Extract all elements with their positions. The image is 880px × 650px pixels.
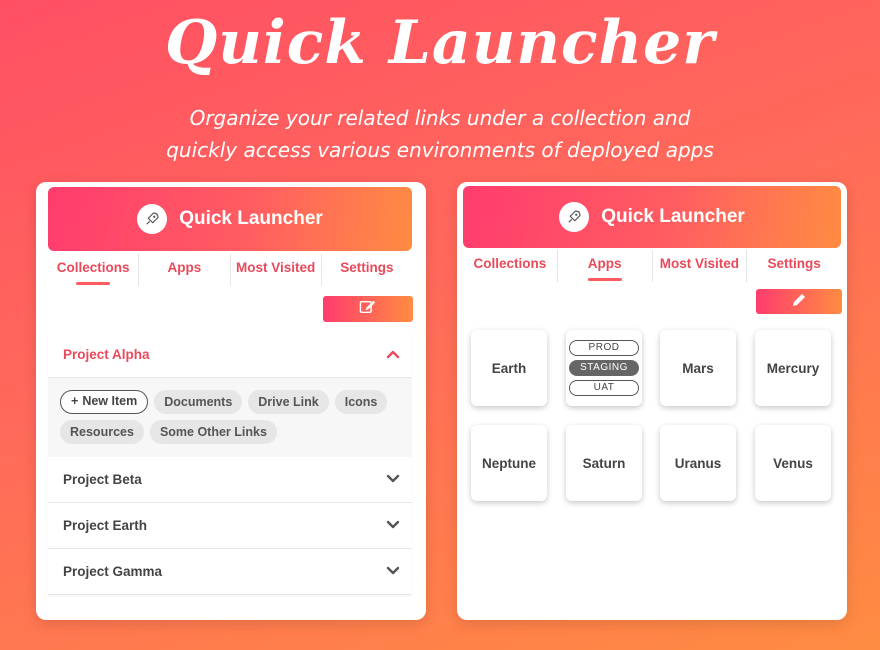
collection-header-project-alpha[interactable]: Project Alpha	[48, 332, 412, 378]
chevron-down-icon[interactable]	[386, 518, 400, 533]
link-chip-some-other-links[interactable]: Some Other Links	[149, 420, 277, 444]
app-header: Quick Launcher	[48, 187, 412, 251]
app-tile-uranus[interactable]: Uranus	[660, 425, 736, 501]
plus-icon: +	[71, 394, 79, 408]
chevron-down-icon[interactable]	[386, 564, 400, 579]
link-chip-icons[interactable]: Icons	[334, 390, 388, 414]
collection-header-project-beta[interactable]: Project Beta	[48, 457, 412, 503]
collection-header-project-gamma[interactable]: Project Gamma	[48, 549, 412, 595]
new-item-label: New Item	[82, 394, 138, 408]
hero-subtitle: Organize your related links under a coll…	[0, 102, 880, 166]
collections-panel: Quick Launcher Collections Apps Most Vis…	[36, 182, 426, 620]
tab-collections[interactable]: Collections	[463, 250, 558, 282]
environment-picker: PROD STAGING UAT	[566, 330, 642, 406]
pencil-icon	[791, 292, 807, 312]
env-option-staging[interactable]: STAGING	[569, 360, 639, 376]
collection-name: Project Alpha	[63, 347, 150, 362]
tab-most-visited[interactable]: Most Visited	[653, 250, 748, 282]
link-chip-resources[interactable]: Resources	[60, 420, 144, 444]
link-chips: + New Item Documents Drive Link Icons Res…	[60, 390, 402, 444]
header-title: Quick Launcher	[179, 208, 323, 229]
app-tile-mercury[interactable]: Mercury	[755, 330, 831, 406]
hero-title: Quick Launcher	[165, 8, 715, 78]
new-item-button[interactable]: + New Item	[60, 390, 149, 414]
app-tile-saturn[interactable]: Saturn	[566, 425, 642, 501]
hero-subtitle-line-1: Organize your related links under a coll…	[189, 106, 691, 130]
tab-bar: Collections Apps Most Visited Settings	[48, 254, 412, 286]
tab-collections[interactable]: Collections	[48, 254, 140, 286]
edit-note-icon	[359, 299, 377, 319]
collection-header-project-earth[interactable]: Project Earth	[48, 503, 412, 549]
edit-collections-button[interactable]	[323, 296, 413, 322]
app-tile-mars[interactable]: Mars	[660, 330, 736, 406]
edit-apps-button[interactable]	[756, 289, 842, 314]
collection-name: Project Beta	[63, 472, 142, 487]
tab-settings[interactable]: Settings	[322, 254, 412, 286]
collections-accordion: Project Alpha + New Item Documents Drive …	[48, 332, 412, 595]
rocket-icon	[137, 204, 168, 234]
tab-most-visited[interactable]: Most Visited	[231, 254, 322, 286]
chevron-down-icon[interactable]	[386, 472, 400, 487]
collection-name: Project Earth	[63, 518, 148, 533]
app-header: Quick Launcher	[463, 186, 841, 248]
collection-body-project-alpha: + New Item Documents Drive Link Icons Res…	[48, 378, 412, 457]
link-chip-documents[interactable]: Documents	[154, 390, 243, 414]
tab-apps[interactable]: Apps	[558, 250, 653, 282]
link-chip-drive-link[interactable]: Drive Link	[248, 390, 329, 414]
app-tile-neptune[interactable]: Neptune	[471, 425, 547, 501]
tab-apps[interactable]: Apps	[139, 254, 231, 286]
collection-name: Project Gamma	[63, 564, 163, 579]
app-tile-venus[interactable]: Venus	[755, 425, 831, 501]
header-title: Quick Launcher	[601, 206, 745, 227]
env-option-uat[interactable]: UAT	[569, 380, 639, 396]
hero-subtitle-line-2: quickly access various environments of d…	[166, 138, 714, 162]
app-tile-earth[interactable]: Earth	[471, 330, 547, 406]
tab-settings[interactable]: Settings	[747, 250, 841, 282]
rocket-icon	[559, 202, 590, 232]
tab-bar: Collections Apps Most Visited Settings	[463, 250, 841, 282]
env-option-prod[interactable]: PROD	[569, 340, 639, 356]
chevron-up-icon[interactable]	[386, 347, 400, 362]
apps-panel: Quick Launcher Collections Apps Most Vis…	[457, 182, 847, 620]
